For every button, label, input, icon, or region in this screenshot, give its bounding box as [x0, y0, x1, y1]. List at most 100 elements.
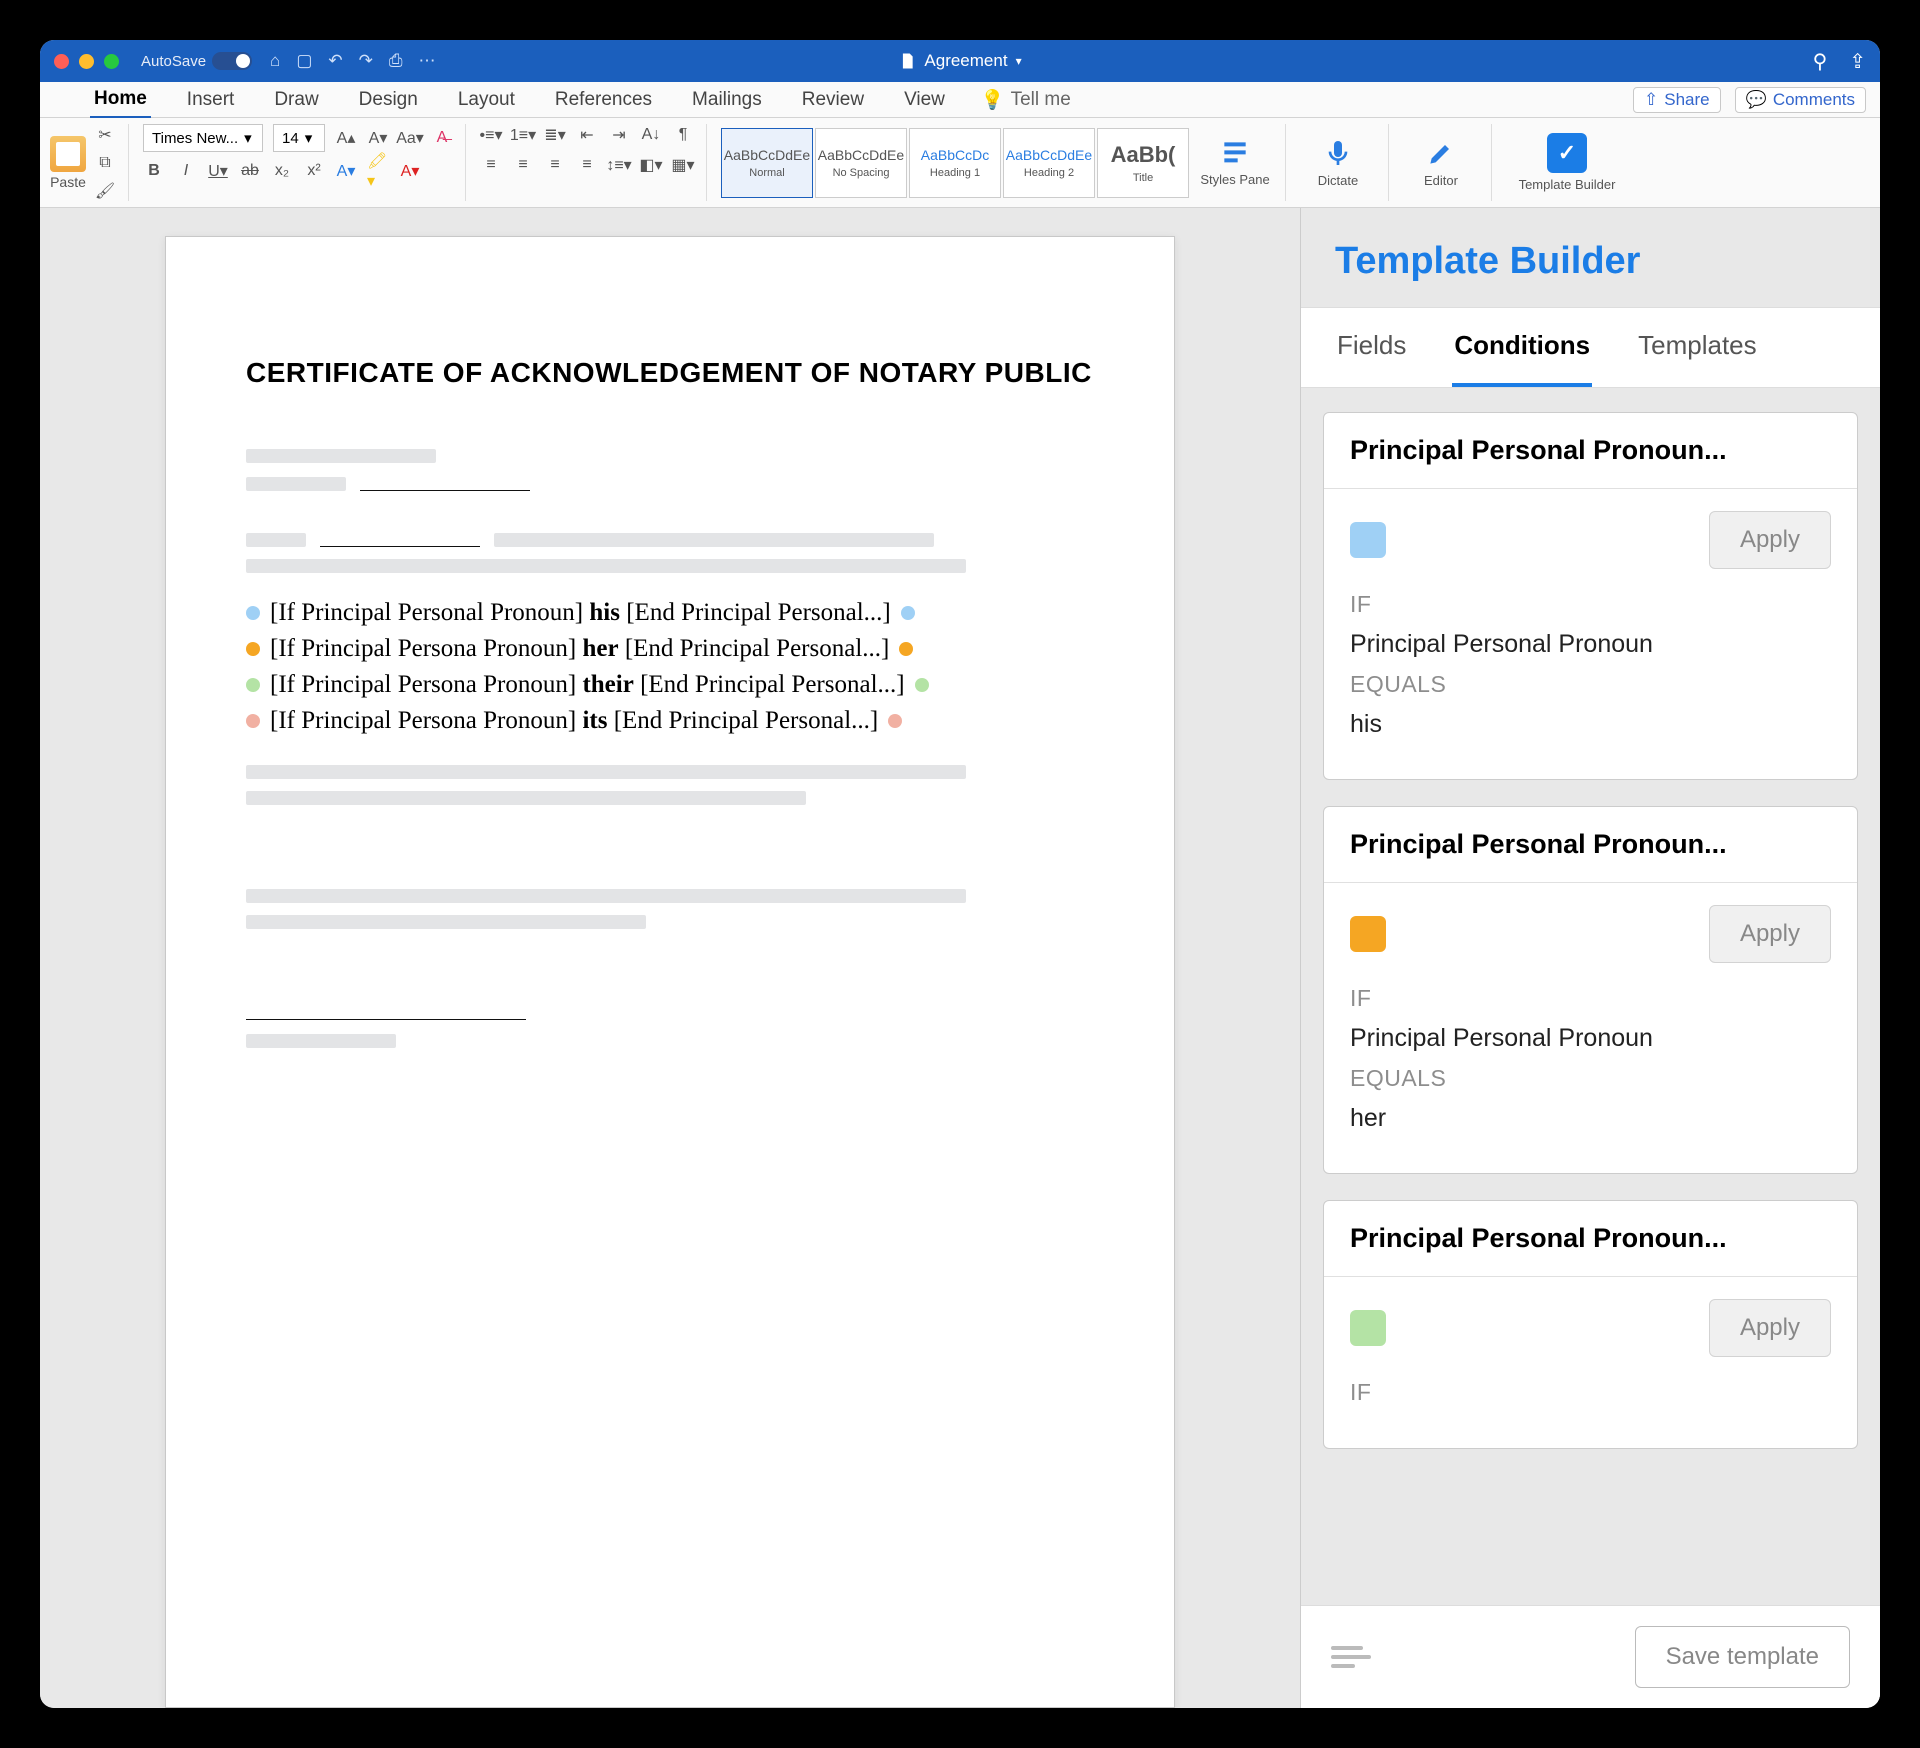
share-label: Share: [1664, 90, 1709, 110]
italic-icon[interactable]: I: [175, 160, 197, 182]
search-icon[interactable]: ⚲: [1813, 49, 1828, 74]
equals-label: EQUALS: [1350, 671, 1831, 698]
cond-value: her: [582, 635, 618, 662]
apply-button[interactable]: Apply: [1709, 905, 1831, 963]
styles-pane-icon: [1219, 137, 1251, 169]
copy-icon[interactable]: ⧉: [94, 152, 116, 174]
decrease-font-icon[interactable]: A▾: [367, 127, 389, 149]
save-icon[interactable]: ▢: [296, 51, 312, 71]
undo-icon[interactable]: ↶: [328, 51, 342, 71]
maximize-window-button[interactable]: [104, 54, 119, 69]
cond-close: [End Principal Personal...]: [614, 707, 879, 734]
condition-card[interactable]: Principal Personal Pronoun... Apply IF P…: [1323, 412, 1858, 780]
save-template-button[interactable]: Save template: [1635, 1626, 1850, 1688]
underline-icon[interactable]: U▾: [207, 160, 229, 182]
tell-me-search[interactable]: 💡 Tell me: [981, 88, 1071, 112]
apply-button[interactable]: Apply: [1709, 511, 1831, 569]
more-icon[interactable]: ⋯: [419, 51, 436, 71]
menu-references[interactable]: References: [551, 83, 656, 117]
highlight-icon[interactable]: 🖍▾: [367, 160, 389, 182]
align-right-icon[interactable]: ≡: [544, 154, 566, 176]
borders-icon[interactable]: ▦▾: [672, 154, 694, 176]
document-page: CERTIFICATE OF ACKNOWLEDGEMENT OF NOTARY…: [165, 236, 1175, 1708]
print-icon[interactable]: ⎙: [389, 51, 403, 71]
shading-icon[interactable]: ◧▾: [640, 154, 662, 176]
share-button[interactable]: ⇧ Share: [1633, 87, 1721, 113]
superscript-icon[interactable]: x²: [303, 160, 325, 182]
bullets-icon[interactable]: •≡▾: [480, 124, 502, 146]
condition-line: [If Principal Persona Pronoun] their [En…: [246, 671, 1094, 699]
condition-card-title: Principal Personal Pronoun...: [1324, 807, 1857, 883]
menu-mailings[interactable]: Mailings: [688, 83, 766, 117]
style-title[interactable]: AaBb( Title: [1097, 128, 1189, 198]
sort-icon[interactable]: A↓: [640, 124, 662, 146]
menu-review[interactable]: Review: [798, 83, 868, 117]
format-painter-icon[interactable]: 🖌: [94, 180, 116, 202]
share-icon[interactable]: ⇪: [1849, 49, 1866, 74]
tab-templates[interactable]: Templates: [1636, 308, 1759, 387]
style-nospacing[interactable]: AaBbCcDdEe No Spacing: [815, 128, 907, 198]
autosave-toggle[interactable]: [212, 52, 252, 70]
show-marks-icon[interactable]: ¶: [672, 124, 694, 146]
menu-insert[interactable]: Insert: [183, 83, 239, 117]
strikethrough-icon[interactable]: ab: [239, 160, 261, 182]
justify-icon[interactable]: ≡: [576, 154, 598, 176]
style-normal[interactable]: AaBbCcDdEe Normal: [721, 128, 813, 198]
reorder-icon[interactable]: [1331, 1646, 1371, 1668]
microphone-icon: [1322, 137, 1354, 169]
cond-open: [If Principal Persona Pronoun]: [270, 671, 576, 698]
font-family-select[interactable]: Times New...▾: [143, 124, 263, 152]
template-builder-button[interactable]: Template Builder: [1512, 133, 1622, 192]
apply-button[interactable]: Apply: [1709, 1299, 1831, 1357]
cond-value: his: [589, 599, 620, 626]
paste-button[interactable]: Paste: [50, 136, 86, 190]
condition-card[interactable]: Principal Personal Pronoun... Apply IF: [1323, 1200, 1858, 1449]
indent-right-icon[interactable]: ⇥: [608, 124, 630, 146]
sidebar-body[interactable]: Principal Personal Pronoun... Apply IF P…: [1301, 388, 1880, 1605]
clear-formatting-icon[interactable]: A̶: [431, 127, 453, 149]
menu-view[interactable]: View: [900, 83, 949, 117]
multilevel-icon[interactable]: ≣▾: [544, 124, 566, 146]
styles-pane-button[interactable]: Styles Pane: [1197, 137, 1273, 187]
align-left-icon[interactable]: ≡: [480, 154, 502, 176]
equals-label: EQUALS: [1350, 1065, 1831, 1092]
home-icon[interactable]: ⌂: [270, 51, 280, 71]
menu-layout[interactable]: Layout: [454, 83, 519, 117]
condition-text: [If Principal Persona Pronoun] her [End …: [270, 635, 889, 663]
condition-card[interactable]: Principal Personal Pronoun... Apply IF P…: [1323, 806, 1858, 1174]
editor-button[interactable]: Editor: [1403, 137, 1479, 188]
line-spacing-icon[interactable]: ↕≡▾: [608, 154, 630, 176]
font-size-select[interactable]: 14▾: [273, 124, 325, 152]
indent-left-icon[interactable]: ⇤: [576, 124, 598, 146]
increase-font-icon[interactable]: A▴: [335, 127, 357, 149]
numbering-icon[interactable]: 1≡▾: [512, 124, 534, 146]
tab-conditions[interactable]: Conditions: [1452, 308, 1592, 387]
comments-button[interactable]: 💬 Comments: [1735, 87, 1866, 113]
style-heading1[interactable]: AaBbCcDc Heading 1: [909, 128, 1001, 198]
font-color-icon[interactable]: A▾: [399, 160, 421, 182]
tab-fields[interactable]: Fields: [1335, 308, 1408, 387]
menu-home[interactable]: Home: [90, 82, 151, 118]
placeholder-line: [246, 1034, 396, 1048]
placeholder-line: [246, 765, 966, 779]
condition-marker: [246, 642, 260, 656]
menu-design[interactable]: Design: [355, 83, 422, 117]
align-center-icon[interactable]: ≡: [512, 154, 534, 176]
chevron-down-icon[interactable]: ▾: [1016, 54, 1022, 68]
subscript-icon[interactable]: x₂: [271, 160, 293, 182]
condition-field: Principal Personal Pronoun: [1350, 1024, 1831, 1053]
minimize-window-button[interactable]: [79, 54, 94, 69]
titlebar: AutoSave ⌂ ▢ ↶ ↷ ⎙ ⋯ Agreement ▾ ⚲ ⇪: [40, 40, 1880, 82]
redo-icon[interactable]: ↷: [359, 51, 373, 71]
menu-draw[interactable]: Draw: [270, 83, 322, 117]
template-builder-sidebar: Template Builder Fields Conditions Templ…: [1300, 208, 1880, 1708]
placeholder-line: [246, 915, 646, 929]
document-canvas[interactable]: CERTIFICATE OF ACKNOWLEDGEMENT OF NOTARY…: [40, 208, 1300, 1708]
style-heading2[interactable]: AaBbCcDdEe Heading 2: [1003, 128, 1095, 198]
dictate-button[interactable]: Dictate: [1300, 137, 1376, 188]
text-effects-icon[interactable]: A▾: [335, 160, 357, 182]
cut-icon[interactable]: ✂: [94, 124, 116, 146]
bold-icon[interactable]: B: [143, 160, 165, 182]
close-window-button[interactable]: [54, 54, 69, 69]
change-case-icon[interactable]: Aa▾: [399, 127, 421, 149]
